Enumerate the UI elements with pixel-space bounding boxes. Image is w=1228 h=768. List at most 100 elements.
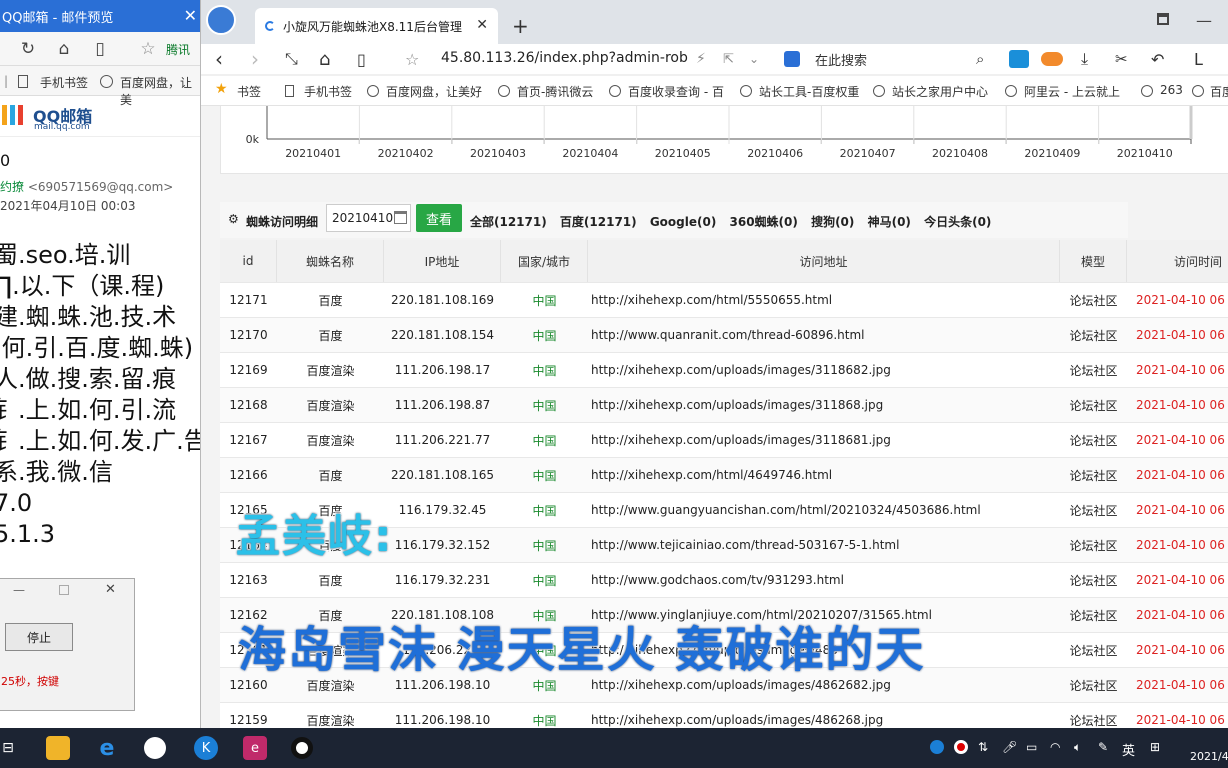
close-icon[interactable]: ✕ [105, 582, 116, 597]
clock[interactable]: 2021/4 [1190, 750, 1228, 763]
cell-url[interactable]: http://xihehexp.com/uploads/images/31186… [588, 423, 1060, 457]
menu-icon[interactable]: ᒪ [1194, 48, 1203, 70]
detail-toolbar: ⚙ 蜘蛛访问明细 20210410 查看 全部(12171) 百度(12171)… [220, 202, 1128, 238]
pen-icon[interactable]: ✎ [1098, 740, 1108, 754]
date-input[interactable]: 20210410 [326, 204, 411, 232]
cell-url[interactable]: http://xihehexp.com/html/5550655.html [588, 283, 1060, 317]
undo-icon[interactable]: ↶ [1151, 48, 1164, 70]
browser-icon[interactable] [144, 737, 166, 759]
reader-icon[interactable]: ▯ [90, 39, 110, 59]
search-icon[interactable]: ⌕ [976, 48, 984, 70]
fav-label[interactable]: 腾讯 [166, 41, 190, 58]
filter-shenma[interactable]: 神马(0) [868, 215, 911, 229]
minimize-icon[interactable]: — [1196, 11, 1212, 30]
cell-url[interactable]: http://www.guangyuancishan.com/html/2021… [588, 493, 1060, 527]
table-row[interactable]: 12163 百度 116.179.32.231 中国 http://www.godcha… [220, 562, 1228, 597]
bookmark-item[interactable]: 站长工具-百度权重 [759, 83, 859, 100]
wifi-icon[interactable]: ◠ [1050, 740, 1060, 754]
fullscreen-icon[interactable]: ⤡ [285, 48, 298, 70]
x-tick-label: 20210407 [840, 147, 896, 160]
k-tray-icon[interactable] [930, 740, 944, 754]
filter-baidu[interactable]: 百度(12171) [560, 215, 637, 229]
share-icon[interactable]: ⇱ [723, 48, 734, 70]
active-tab[interactable]: 小旋风万能蜘蛛池X8.11后台管理 ✕ [255, 8, 498, 44]
stop-button[interactable]: 停止 [5, 623, 73, 651]
sender-name[interactable]: 约撩 [0, 180, 24, 194]
game-icon[interactable] [1041, 52, 1063, 66]
bookmark-item[interactable]: 站长之家用户中心 [892, 83, 988, 100]
bookmarks-label[interactable]: 书签 [237, 83, 261, 100]
mic-icon[interactable]: 🎤︎ [1002, 740, 1017, 754]
scissors-icon[interactable]: ✂ [1115, 48, 1128, 70]
sender: 约撩 <690571569@qq.com> [0, 178, 173, 195]
filter-sogou[interactable]: 搜狗(0) [811, 215, 854, 229]
network-tray-icon[interactable]: ⇅ [978, 740, 988, 754]
view-button[interactable]: 查看 [416, 204, 462, 232]
record-tray-icon[interactable] [954, 740, 968, 754]
bookmark-item[interactable]: 263 [1160, 83, 1183, 97]
extension-icon[interactable] [1009, 50, 1029, 68]
back-icon[interactable]: ‹ [215, 47, 223, 71]
download-icon[interactable]: ⤓ [1081, 48, 1088, 70]
cell-time: 2021-04-10 06 [1136, 713, 1225, 727]
body-line: 蜀.seo.培.训 [0, 241, 131, 269]
star-icon[interactable]: ☆ [138, 39, 158, 59]
cell-url[interactable]: http://xihehexp.com/uploads/images/31186… [588, 353, 1060, 387]
table-row[interactable]: 12171 百度 220.181.108.169 中国 http://xihehexp.… [220, 282, 1228, 317]
reader-icon[interactable]: ▯ [357, 48, 366, 70]
filter-toutiao[interactable]: 今日头条(0) [924, 215, 991, 229]
table-row[interactable]: 12170 百度 220.181.108.154 中国 http://www.quanr… [220, 317, 1228, 352]
table-row[interactable]: 12166 百度 220.181.108.165 中国 http://xihehexp.… [220, 457, 1228, 492]
cell-url[interactable]: http://www.quanranit.com/thread-60896.ht… [588, 318, 1060, 352]
close-icon[interactable]: ✕ [184, 6, 197, 25]
home-icon[interactable]: ⌂ [319, 48, 330, 70]
ime-indicator[interactable]: 英 [1122, 740, 1135, 759]
table-row[interactable]: 12167 百度渲染 111.206.221.77 中国 http://xihehexp… [220, 422, 1228, 457]
e-app-icon[interactable]: e [243, 736, 267, 760]
star-icon[interactable]: ☆ [405, 48, 419, 70]
bookmark-item[interactable]: 百度收录查询 - 百 [628, 83, 724, 100]
record-icon[interactable] [291, 737, 313, 759]
avatar[interactable] [206, 5, 236, 35]
cell-url[interactable]: http://xihehexp.com/html/4649746.html [588, 458, 1060, 492]
bookmark-item[interactable]: 手机书签 [40, 74, 88, 91]
minimize-icon[interactable]: — [13, 583, 25, 597]
bookmark-item[interactable]: 阿里云 - 上云就上 [1024, 83, 1120, 100]
calendar-icon[interactable] [394, 211, 407, 224]
close-tab-icon[interactable]: ✕ [476, 17, 488, 33]
k-app-icon[interactable]: K [194, 736, 218, 760]
folder-icon[interactable] [46, 736, 70, 760]
bookmark-item[interactable]: 手机书签 [304, 83, 352, 100]
cell-url[interactable]: http://www.godchaos.com/tv/931293.html [588, 563, 1060, 597]
shirt-icon[interactable] [1157, 13, 1169, 25]
cell-ip: 116.179.32.231 [394, 573, 491, 587]
bookmark-item[interactable]: 百度 [1210, 83, 1228, 100]
filter-all[interactable]: 全部(12171) [470, 215, 547, 229]
dialog-message: 25秒，按键 [1, 675, 59, 688]
bookmark-item[interactable]: 首页-腾讯微云 [517, 83, 593, 100]
cell-url[interactable]: http://xihehexp.com/uploads/images/48626… [588, 703, 1060, 728]
new-tab-icon[interactable]: + [512, 14, 529, 38]
table-row[interactable]: 12169 百度渲染 111.206.198.17 中国 http://xihehexp… [220, 352, 1228, 387]
cell-ip: 220.181.108.169 [390, 293, 495, 307]
battery-icon[interactable]: ▭ [1026, 740, 1037, 754]
volume-icon[interactable]: 🔈︎ [1074, 740, 1081, 755]
search-input[interactable]: 在此搜索 [815, 50, 867, 69]
ie-icon[interactable]: e [95, 736, 119, 761]
refresh-icon[interactable]: ↻ [18, 39, 38, 59]
cell-time: 2021-04-10 06 [1136, 643, 1225, 657]
bookmark-item[interactable]: 百度网盘，让美好 [386, 83, 482, 100]
task-view-icon[interactable]: ⊟ [0, 736, 20, 760]
filter-google[interactable]: Google(0) [650, 215, 717, 229]
ime-mode-icon[interactable]: ⊞ [1150, 740, 1160, 754]
chevron-down-icon[interactable]: ⌄ [749, 48, 759, 70]
forward-icon[interactable]: › [251, 47, 259, 71]
cell-url[interactable]: http://www.tejicainiao.com/thread-503167… [588, 528, 1060, 562]
filter-360[interactable]: 360蜘蛛(0) [730, 215, 798, 229]
cell-url[interactable]: http://xihehexp.com/uploads/images/31186… [588, 388, 1060, 422]
lightning-icon[interactable]: ⚡ [696, 48, 706, 70]
table-row[interactable]: 12159 百度渲染 111.206.198.10 中国 http://xihehexp… [220, 702, 1228, 728]
address-bar-url[interactable]: 45.80.113.26/index.php?admin-rob [441, 50, 688, 66]
home-icon[interactable]: ⌂ [54, 39, 74, 59]
table-row[interactable]: 12168 百度渲染 111.206.198.87 中国 http://xihehexp… [220, 387, 1228, 422]
